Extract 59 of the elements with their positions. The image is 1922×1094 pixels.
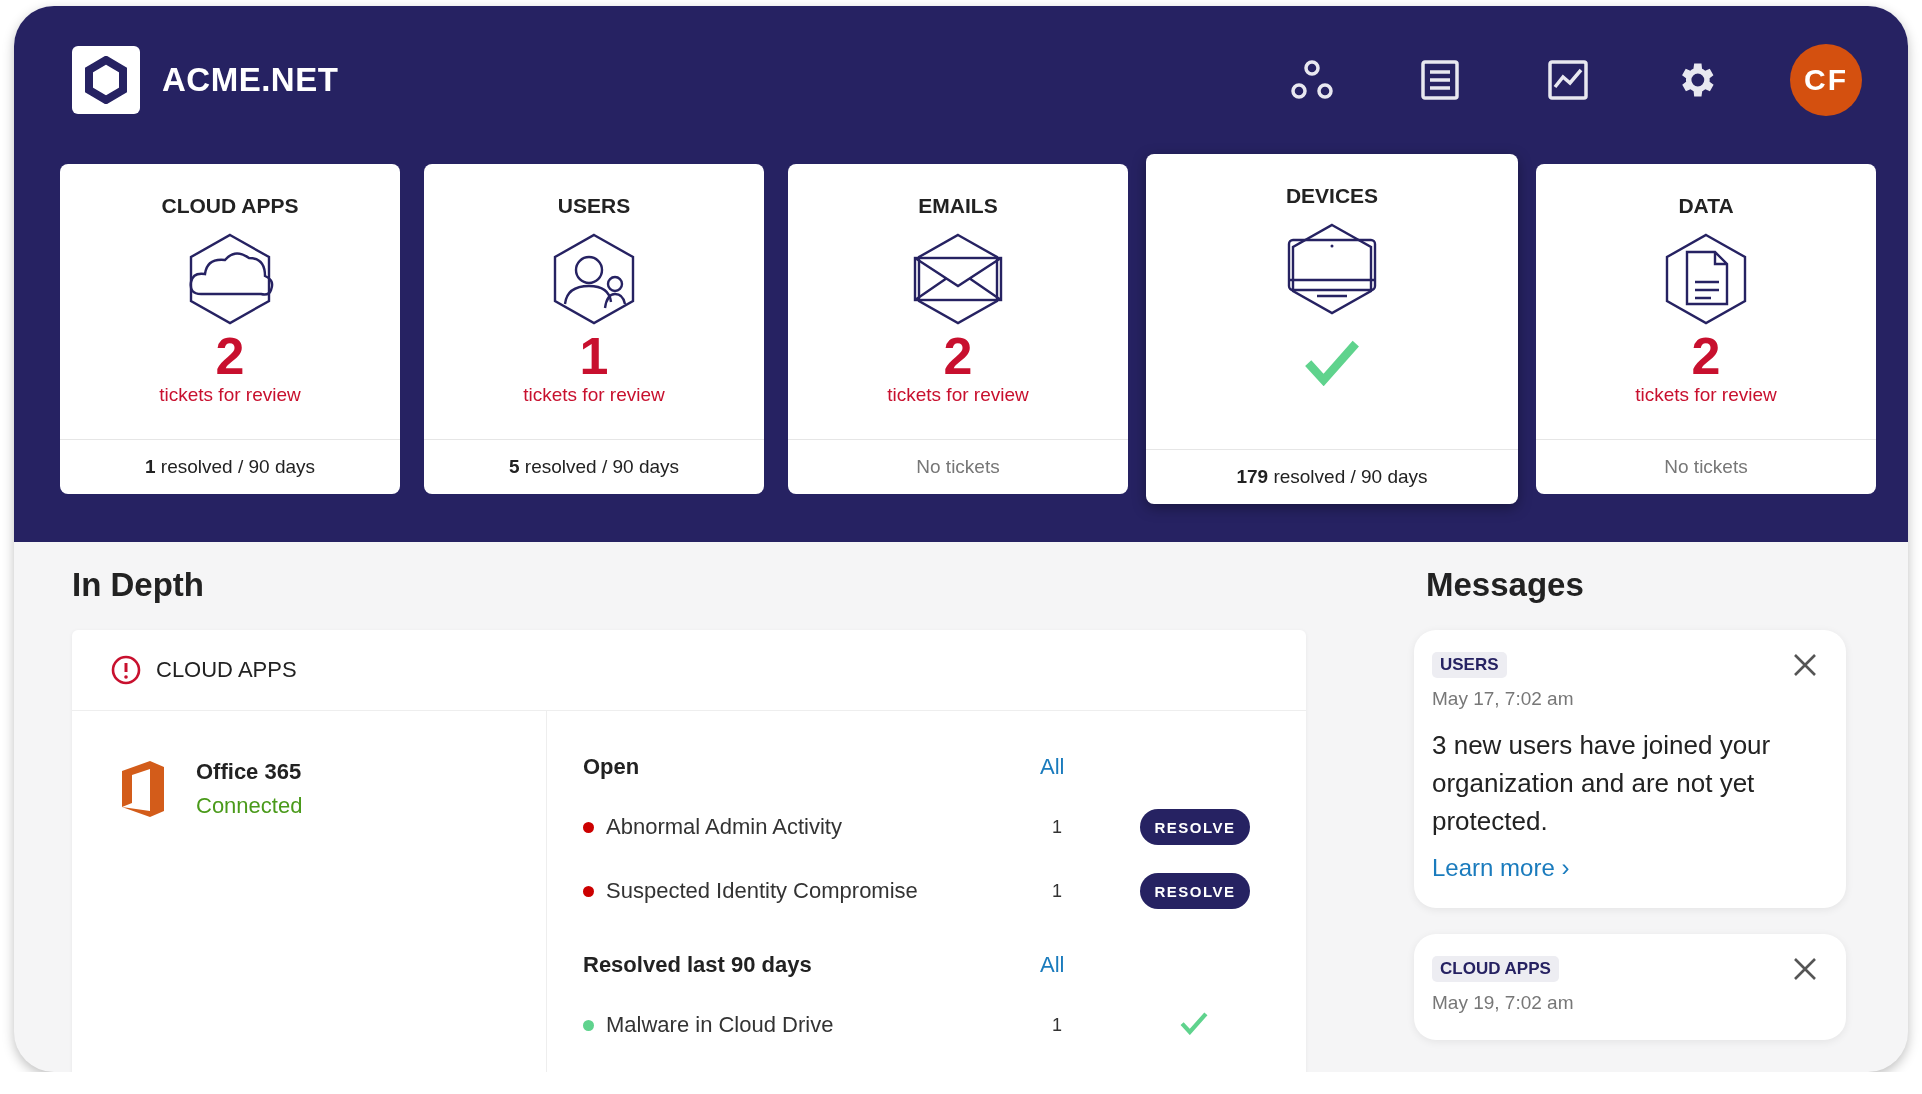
ticket-count: 1 [1051, 1014, 1062, 1036]
summary-card[interactable]: USERS 1 tickets for review 5 resolved / 90 days [424, 164, 764, 494]
alert-icon [110, 654, 142, 686]
summary-card[interactable]: DEVICES 179 resolved / 90 days [1146, 154, 1518, 504]
brand-name: ACME.NET [162, 61, 339, 99]
resolve-button[interactable]: RESOLVE [1140, 809, 1250, 845]
card-title: DEVICES [1284, 184, 1380, 208]
summary-card[interactable]: DATA 2 tickets for review No tickets [1536, 164, 1876, 494]
card-title: EMAILS [917, 194, 999, 218]
panel-title: CLOUD APPS [156, 657, 297, 683]
checkmark-icon [1180, 1011, 1208, 1035]
ticket-name: Malware in Cloud Drive [606, 1012, 834, 1038]
resolve-button[interactable]: RESOLVE [1140, 873, 1250, 909]
line-chart-icon [1548, 60, 1588, 100]
ticket-count: 1 [1051, 880, 1062, 902]
summary-card[interactable]: EMAILS 2 tickets for review No tickets [788, 164, 1128, 494]
ticket-count-label: tickets for review [1635, 384, 1777, 406]
summary-card[interactable]: CLOUD APPS 2 tickets for review 1 resolved / 90 days [60, 164, 400, 494]
list-heading: Open [583, 754, 641, 780]
ticket-name: Abnormal Admin Activity [606, 814, 842, 840]
card-footer: 1 resolved / 90 days [60, 439, 400, 494]
card-footer: No tickets [788, 439, 1128, 494]
close-button[interactable] [1792, 956, 1818, 982]
ticket-count-label: tickets for review [523, 384, 665, 406]
message-text: 3 new users have joined your organization and are not yet protected. [1432, 729, 1772, 838]
all-link[interactable]: All [1040, 754, 1140, 780]
ticket-count: 2 [943, 330, 973, 382]
checkmark-icon [1304, 338, 1360, 386]
ticket-count-label: tickets for review [887, 384, 1029, 406]
list-heading: Resolved last 90 days [583, 952, 813, 978]
user-avatar[interactable]: CF [1790, 44, 1862, 116]
hexagon-icon [84, 56, 128, 104]
ticket-count: 2 [1691, 330, 1721, 382]
learn-more-link[interactable]: Learn more › [1432, 854, 1570, 882]
card-footer: 5 resolved / 90 days [424, 439, 764, 494]
app-status: Connected [196, 793, 303, 819]
ticket-count: 1 [579, 330, 609, 382]
card-title: DATA [1677, 194, 1735, 218]
message-date: May 19, 7:02 am [1432, 992, 1575, 1014]
ticket-count-label: tickets for review [159, 384, 301, 406]
list-icon [1421, 60, 1459, 100]
message-tag: USERS [1432, 652, 1507, 678]
laptop-icon [1286, 222, 1378, 316]
close-button[interactable] [1792, 652, 1818, 678]
app-name: Office 365 [196, 759, 303, 785]
card-title: CLOUD APPS [160, 194, 300, 218]
ticket-count: 2 [215, 330, 245, 382]
ticket-count: 1 [1051, 816, 1062, 838]
mail-icon [912, 232, 1004, 326]
message-tag: CLOUD APPS [1432, 956, 1559, 982]
all-link[interactable]: All [1040, 952, 1140, 978]
message-date: May 17, 7:02 am [1432, 688, 1575, 710]
nodes-icon [1290, 60, 1334, 100]
card-footer: No tickets [1536, 439, 1876, 494]
card-footer: 179 resolved / 90 days [1146, 449, 1518, 504]
ticket-name: Suspected Identity Compromise [606, 878, 918, 904]
messages-heading: Messages [1426, 566, 1585, 604]
card-title: USERS [556, 194, 632, 218]
section-heading: In Depth [72, 566, 205, 604]
